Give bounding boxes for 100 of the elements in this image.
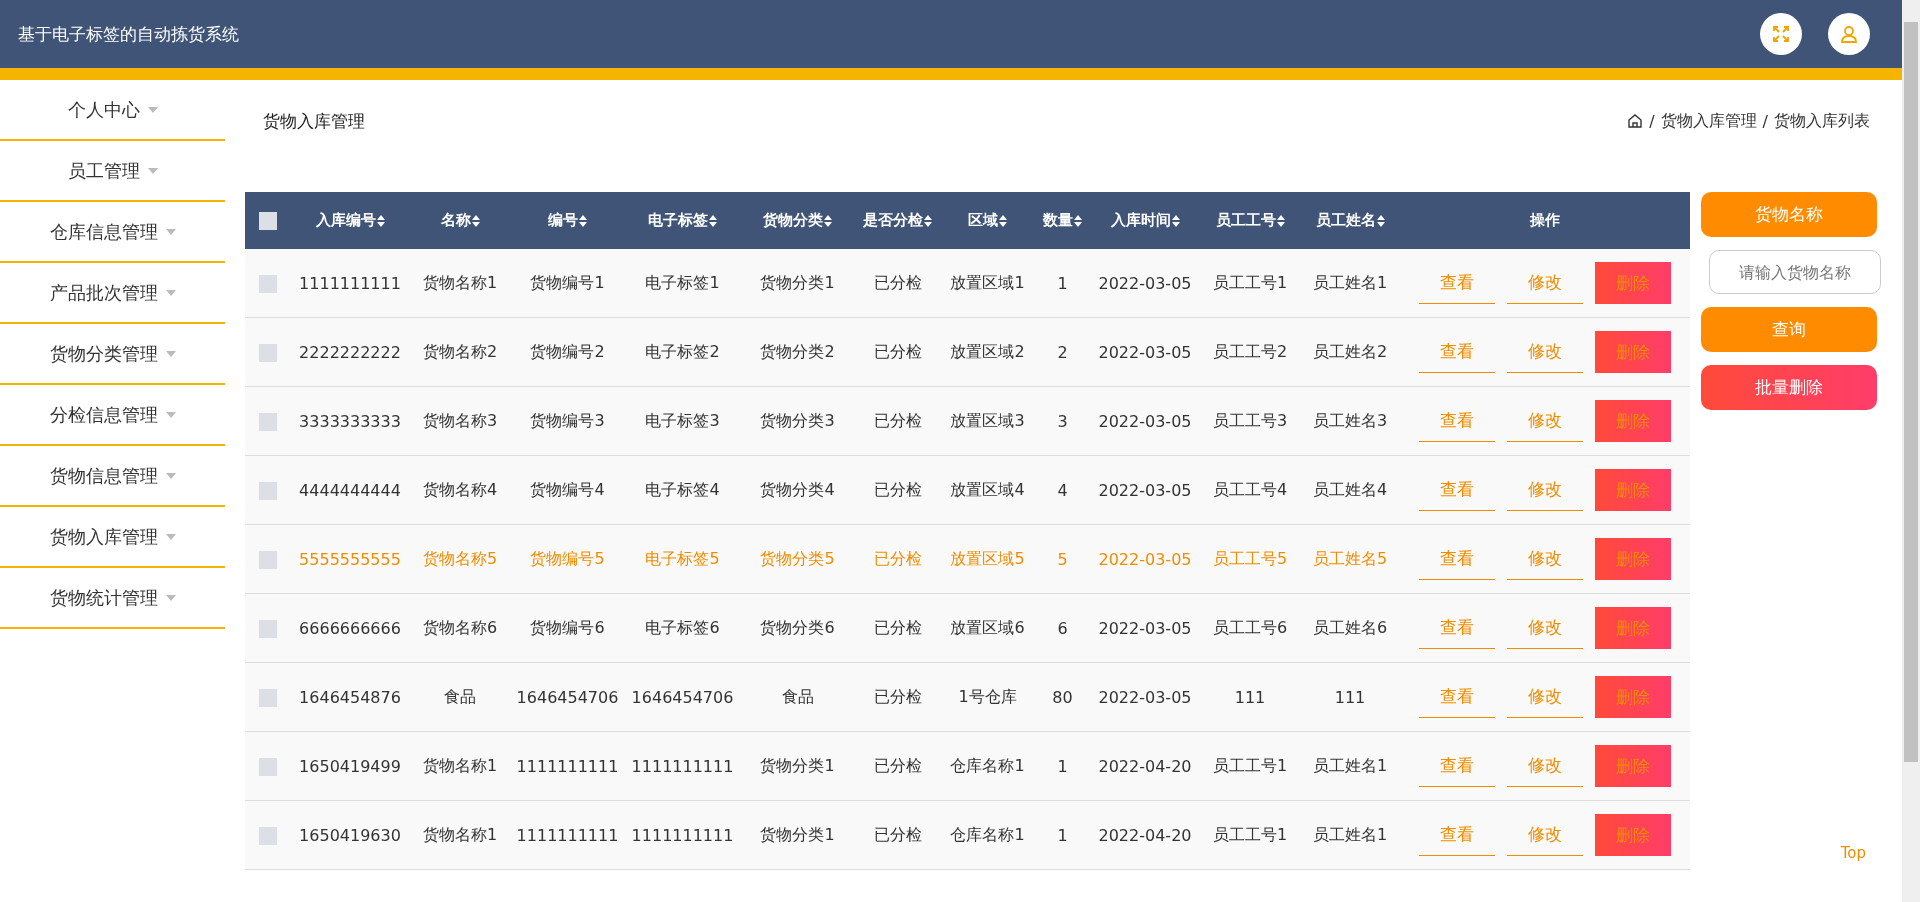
action-button[interactable]: 修改 <box>1507 607 1583 649</box>
table-cell: 员工姓名1 <box>1312 755 1388 775</box>
table-cell: 货物分类3 <box>760 410 835 430</box>
row-checkbox[interactable] <box>258 688 277 707</box>
sidebar-menu-item[interactable]: 货物分类管理 <box>0 324 225 385</box>
table-cell: 6666666666 <box>299 618 401 638</box>
sort-icon[interactable] <box>709 214 717 227</box>
sort-icon[interactable] <box>471 214 480 227</box>
row-checkbox[interactable] <box>258 274 277 293</box>
column-header: 货物分类 <box>763 211 823 230</box>
table-cell: 货物分类5 <box>760 548 835 568</box>
column-header: 员工姓名 <box>1315 211 1376 230</box>
scrollbar[interactable] <box>1902 0 1920 902</box>
row-checkbox[interactable] <box>258 343 277 362</box>
user-icon[interactable] <box>1828 13 1870 55</box>
sidebar-menu-item[interactable]: 产品批次管理 <box>0 263 225 324</box>
search-field[interactable]: 请输入货物名称 <box>1709 250 1881 294</box>
sidebar-menu-item[interactable]: 员工管理 <box>0 141 225 202</box>
action-button[interactable]: 修改 <box>1507 331 1583 373</box>
action-button[interactable]: 修改 <box>1507 538 1583 580</box>
sort-icon[interactable] <box>924 214 932 227</box>
action-button[interactable]: 查看 <box>1419 538 1495 580</box>
caret-icon <box>165 228 176 235</box>
action-button[interactable]: 修改 <box>1507 262 1583 304</box>
delete-button[interactable]: 删除 <box>1595 469 1671 511</box>
action-button[interactable]: 查看 <box>1419 400 1495 442</box>
action-button[interactable]: 修改 <box>1507 745 1583 787</box>
sidebar-menu-item[interactable]: 货物入库管理 <box>0 507 225 568</box>
sort-icon[interactable] <box>824 214 832 227</box>
table-cell: 2222222222 <box>299 342 401 362</box>
table-cell: 已分检 <box>873 272 922 292</box>
fullscreen-icon[interactable] <box>1760 13 1802 55</box>
row-checkbox[interactable] <box>258 412 277 431</box>
delete-button[interactable]: 删除 <box>1595 745 1671 787</box>
delete-button[interactable]: 删除 <box>1595 331 1671 373</box>
column-header: 名称 <box>440 211 471 230</box>
table-cell: 员工姓名6 <box>1312 617 1388 637</box>
column-header: 电子标签 <box>648 211 708 230</box>
breadcrumb-separator: / <box>1762 111 1768 131</box>
delete-button[interactable]: 删除 <box>1595 400 1671 442</box>
sidebar-menu-item[interactable]: 个人中心 <box>0 80 225 141</box>
table-cell: 电子标签2 <box>645 341 720 361</box>
column-header: 员工工号 <box>1215 211 1276 230</box>
back-to-top-link[interactable]: Top <box>1840 844 1866 862</box>
caret-icon <box>165 533 176 540</box>
sidebar-menu-item[interactable]: 货物信息管理 <box>0 446 225 507</box>
table-cell: 货物分类1 <box>760 272 835 292</box>
action-button[interactable]: 修改 <box>1507 814 1583 856</box>
row-checkbox[interactable] <box>258 619 277 638</box>
table-cell: 货物名称5 <box>422 548 498 568</box>
action-button[interactable]: 查看 <box>1419 331 1495 373</box>
action-button[interactable]: 查看 <box>1419 607 1495 649</box>
row-checkbox[interactable] <box>258 550 277 569</box>
action-button[interactable]: 查看 <box>1419 745 1495 787</box>
table-cell: 放置区域3 <box>950 410 1025 430</box>
search-button[interactable]: 查询 <box>1701 307 1877 352</box>
delete-button[interactable]: 删除 <box>1595 607 1671 649</box>
table-cell: 5555555555 <box>299 549 401 569</box>
column-header: 入库编号 <box>315 211 376 230</box>
sort-icon[interactable] <box>1376 214 1385 227</box>
table-cell: 80 <box>1052 687 1073 707</box>
table-cell: 员工工号4 <box>1212 479 1288 499</box>
sidebar-menu-item[interactable]: 仓库信息管理 <box>0 202 225 263</box>
table-cell: 员工工号6 <box>1212 617 1288 637</box>
action-button[interactable]: 修改 <box>1507 400 1583 442</box>
breadcrumb-item[interactable]: 货物入库列表 <box>1774 110 1870 132</box>
sidebar-menu-item[interactable]: 货物统计管理 <box>0 568 225 629</box>
action-button[interactable]: 修改 <box>1507 676 1583 718</box>
table-cell: 仓库名称1 <box>950 824 1025 844</box>
delete-button[interactable]: 删除 <box>1595 262 1671 304</box>
sort-icon[interactable] <box>1171 214 1180 227</box>
sort-icon[interactable] <box>376 214 385 227</box>
table-cell: 1646454706 <box>516 687 619 707</box>
sidebar-menu-item[interactable]: 分检信息管理 <box>0 385 225 446</box>
action-button[interactable]: 查看 <box>1419 469 1495 511</box>
action-button[interactable]: 查看 <box>1419 676 1495 718</box>
row-checkbox[interactable] <box>258 826 277 845</box>
sort-icon[interactable] <box>999 214 1007 227</box>
action-button[interactable]: 查看 <box>1419 814 1495 856</box>
breadcrumb-item[interactable]: 货物入库管理 <box>1660 110 1757 132</box>
table-cell: 员工姓名5 <box>1312 548 1388 568</box>
table-cell: 放置区域6 <box>950 617 1025 637</box>
table-cell: 员工工号1 <box>1212 755 1288 775</box>
home-icon[interactable] <box>1627 113 1644 129</box>
sort-icon[interactable] <box>579 214 587 227</box>
column-header: 是否分检 <box>863 211 923 230</box>
table-cell: 2022-03-05 <box>1098 342 1192 362</box>
delete-button[interactable]: 删除 <box>1595 676 1671 718</box>
action-button[interactable]: 查看 <box>1419 262 1495 304</box>
table-cell: 已分检 <box>873 410 922 430</box>
sort-icon[interactable] <box>1276 214 1285 227</box>
action-button[interactable]: 修改 <box>1507 469 1583 511</box>
select-all-checkbox[interactable] <box>258 211 277 230</box>
sort-icon[interactable] <box>1074 214 1082 227</box>
batch-delete-button[interactable]: 批量删除 <box>1701 365 1877 410</box>
delete-button[interactable]: 删除 <box>1595 814 1671 856</box>
row-checkbox[interactable] <box>258 757 277 776</box>
table-cell: 2022-03-05 <box>1098 480 1192 500</box>
row-checkbox[interactable] <box>258 481 277 500</box>
delete-button[interactable]: 删除 <box>1595 538 1671 580</box>
